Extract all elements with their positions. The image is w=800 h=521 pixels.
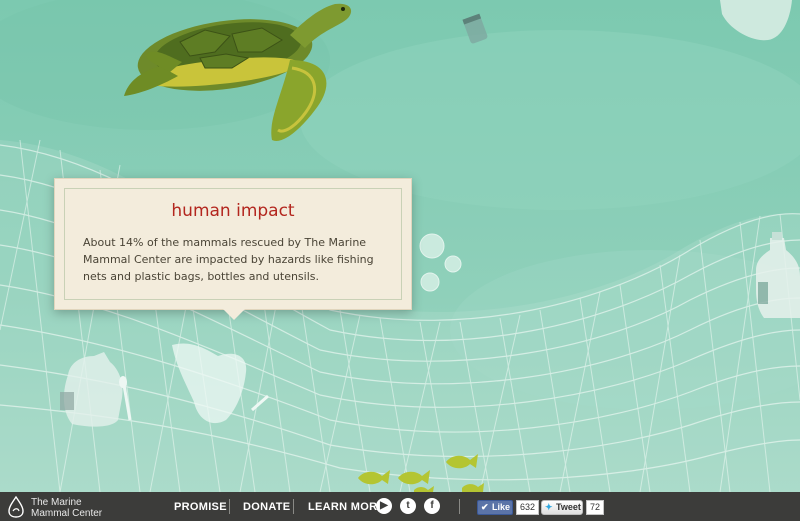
popup-pointer [223,309,245,320]
nav-divider [293,499,294,514]
like-count: 632 [516,500,540,515]
tweet-count: 72 [586,500,605,515]
popup-title: human impact [171,201,295,221]
facebook-icon[interactable]: f [424,498,440,514]
nav-learn-more-link[interactable]: LEARN MORE [308,501,385,513]
like-check-icon: ✔ [481,502,489,512]
nav-donate-link[interactable]: DONATE [243,501,290,513]
nav-divider [229,499,230,514]
footer-bar: The Marine Mammal Center PROMISE DONATE … [0,492,800,521]
ocean-scene: human impact About 14% of the mammals re… [0,0,800,492]
social-divider [459,499,460,514]
youtube-icon[interactable]: ▶ [376,498,392,514]
marine-mammal-center-logo-icon[interactable] [7,496,25,518]
logo-text[interactable]: The Marine Mammal Center [31,497,102,519]
facebook-like-button[interactable]: ✔ Like [477,500,513,515]
nav-promise-link[interactable]: PROMISE [174,501,227,513]
tweet-button[interactable]: ✦ Tweet [541,500,583,515]
twitter-icon[interactable]: t [400,498,416,514]
twitter-bird-icon: ✦ [545,502,553,512]
logo-line-2: Mammal Center [31,508,103,519]
plastic-bag-top [720,0,792,41]
logo-line-1: The Marine [31,497,82,508]
info-popup: human impact About 14% of the mammals re… [54,178,412,320]
tweet-label: Tweet [556,502,581,512]
like-label: Like [492,502,511,512]
popup-body: About 14% of the mammals rescued by The … [83,236,374,283]
